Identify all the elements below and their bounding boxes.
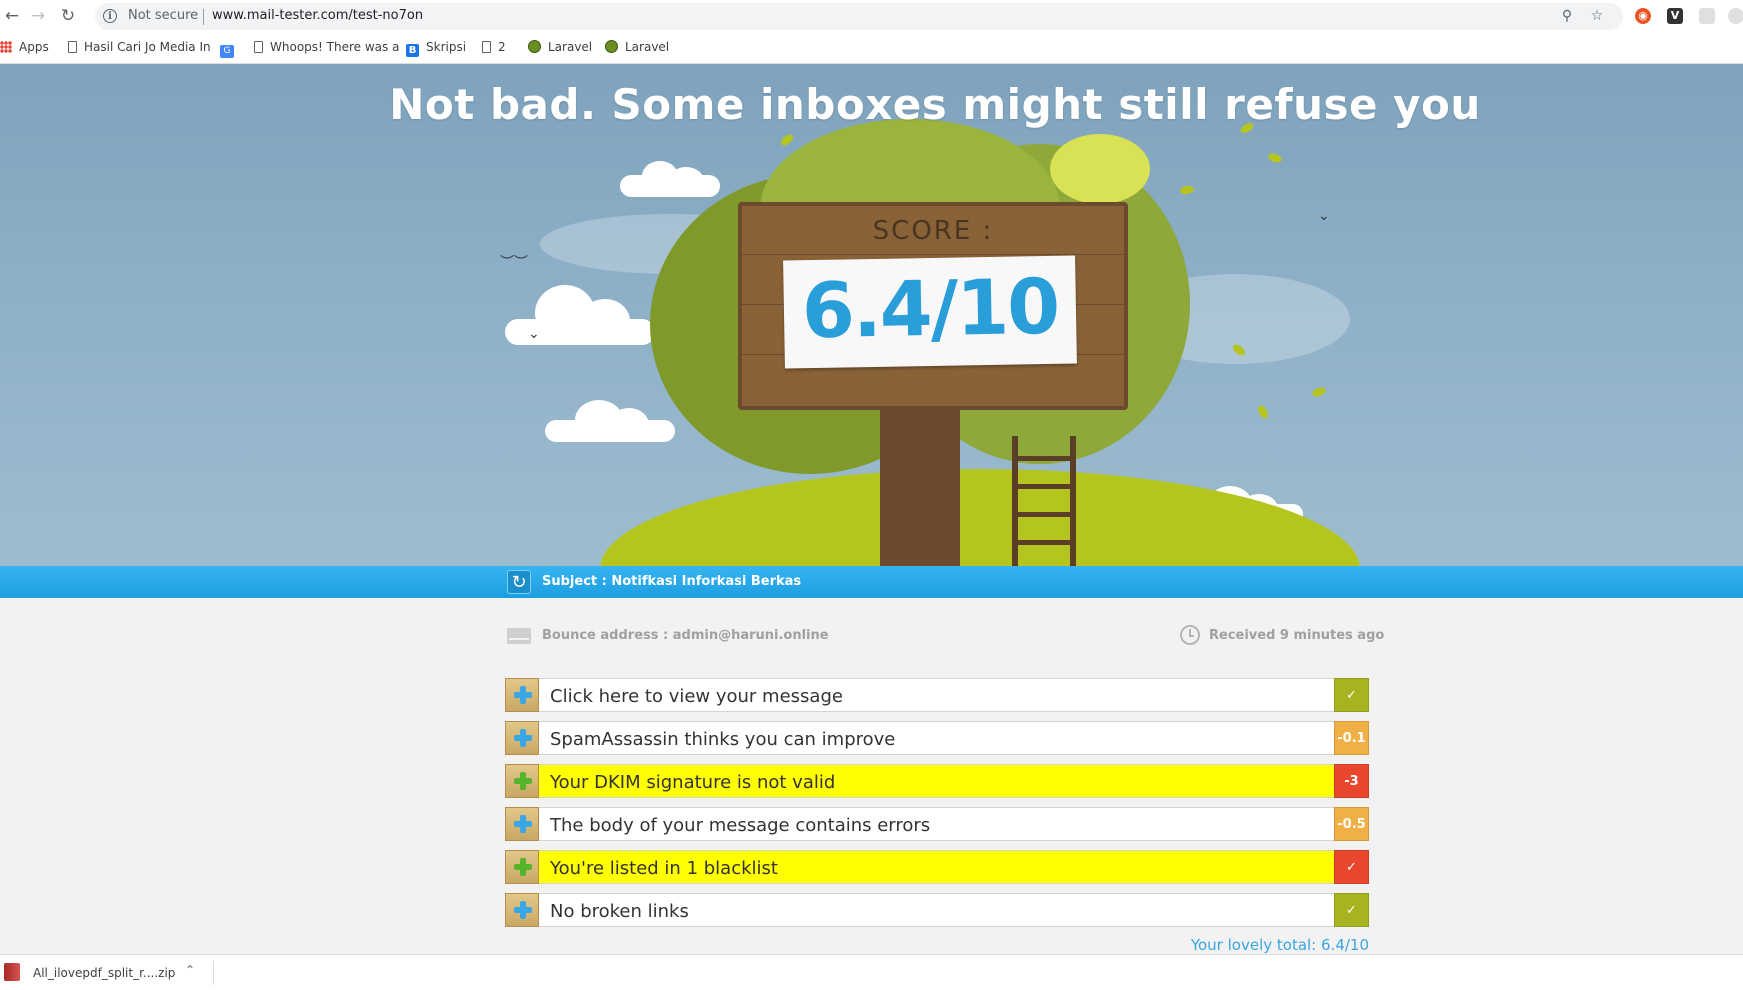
download-file-name[interactable]: All_ilovepdf_split_r....zip	[33, 966, 175, 980]
result-label: Click here to view your message	[550, 686, 843, 707]
plus-icon[interactable]	[505, 893, 539, 927]
result-label: Your DKIM signature is not valid	[550, 772, 836, 793]
security-label: Not secure	[128, 8, 199, 23]
hero-title: Not bad. Some inboxes might still refuse…	[389, 80, 1481, 129]
url-text[interactable]: www.mail-tester.com/test-no7on	[212, 8, 423, 23]
results-list: Click here to view your message ✓ SpamAs…	[505, 678, 1369, 954]
ladder	[1012, 436, 1076, 566]
bookmark-google-translate[interactable]: G	[220, 40, 241, 58]
address-bar[interactable]: i Not secure www.mail-tester.com/test-no…	[95, 3, 1623, 30]
score-badge: -0.5	[1334, 807, 1369, 841]
plus-icon[interactable]	[505, 807, 539, 841]
google-translate-icon: G	[220, 45, 234, 58]
forward-arrow-icon[interactable]: →	[26, 4, 50, 28]
result-label: You're listed in 1 blacklist	[550, 858, 778, 879]
score-badge: -3	[1334, 764, 1369, 798]
result-row-broken-links[interactable]: No broken links ✓	[505, 893, 1369, 927]
result-row-body-errors[interactable]: The body of your message contains errors…	[505, 807, 1369, 841]
reload-icon[interactable]: ↻	[56, 4, 80, 28]
back-arrow-icon[interactable]: ←	[0, 4, 24, 28]
grass-hill	[600, 469, 1360, 566]
bounce-address: Bounce address : admin@haruni.online	[542, 628, 829, 643]
apps-grid-icon	[0, 41, 12, 53]
site-info-icon[interactable]: i	[103, 9, 117, 23]
browser-toolbar: ← → ↻ i Not secure www.mail-tester.com/t…	[0, 0, 1743, 33]
score-label: SCORE :	[872, 216, 994, 246]
subject-text: Subject : Notifkasi Inforkasi Berkas	[542, 574, 802, 589]
profile-extension-icon[interactable]	[1728, 8, 1743, 24]
result-label: SpamAssassin thinks you can improve	[550, 729, 896, 750]
bookmarks-bar: Apps Hasil Cari Jo Media In G Whoops! Th…	[0, 33, 1743, 64]
shelf-divider	[213, 961, 214, 985]
envelope-icon	[507, 628, 531, 644]
result-row-view-message[interactable]: Click here to view your message ✓	[505, 678, 1369, 712]
bookmark-star-icon[interactable]: ☆	[1588, 7, 1606, 25]
globe-icon	[528, 40, 541, 53]
plus-icon[interactable]	[505, 721, 539, 755]
clock-icon	[1180, 625, 1200, 645]
score-value: 6.4/10	[801, 261, 1059, 356]
plus-icon[interactable]	[505, 764, 539, 798]
plus-icon[interactable]	[505, 678, 539, 712]
result-row-spamassassin[interactable]: SpamAssassin thinks you can improve -0.1	[505, 721, 1369, 755]
ubuntu-extension-icon[interactable]: ◉	[1635, 8, 1651, 24]
result-row-dkim[interactable]: Your DKIM signature is not valid -3	[505, 764, 1369, 798]
result-label: No broken links	[550, 901, 689, 922]
score-badge: -0.1	[1334, 721, 1369, 755]
bookmark-laravel-2[interactable]: Laravel	[605, 40, 669, 54]
archive-icon	[4, 963, 20, 981]
zoom-icon[interactable]: ⚲	[1558, 7, 1576, 25]
bird: ⌄	[528, 326, 540, 342]
leaf	[1256, 403, 1270, 421]
bookmark-2[interactable]: 2	[482, 40, 506, 54]
blogger-icon: B	[406, 44, 419, 57]
plus-icon[interactable]	[505, 850, 539, 884]
bookmark-whoops[interactable]: Whoops! There was a	[254, 40, 399, 54]
check-badge: ✓	[1334, 850, 1369, 884]
extension-icon[interactable]	[1699, 8, 1715, 24]
page-icon	[68, 41, 77, 53]
check-badge: ✓	[1334, 893, 1369, 927]
page-icon	[482, 41, 491, 53]
refresh-icon[interactable]: ↻	[507, 570, 531, 594]
received-time: Received 9 minutes ago	[1209, 628, 1385, 643]
address-separator	[203, 9, 204, 25]
bird: ⌄	[1318, 208, 1330, 224]
chevron-up-icon[interactable]: ⌃	[185, 963, 195, 977]
tree-foliage	[1050, 134, 1150, 204]
score-board: SCORE : 6.4/10	[738, 202, 1128, 410]
leaf	[1311, 385, 1327, 399]
bookmark-apps[interactable]: Apps	[0, 40, 49, 54]
globe-icon	[605, 40, 618, 53]
result-label: The body of your message contains errors	[550, 815, 931, 836]
vimeo-extension-icon[interactable]: V	[1667, 8, 1683, 24]
check-badge: ✓	[1334, 678, 1369, 712]
bookmark-hasil-cari[interactable]: Hasil Cari Jo Media In	[68, 40, 211, 54]
score-hero: ︶︶ ⌄ ⌄ SCORE : 6.4/10 Not bad. Some inbo…	[0, 64, 1743, 566]
bookmark-laravel-1[interactable]: Laravel	[528, 40, 592, 54]
bookmark-skripsi[interactable]: B Skripsi	[406, 40, 466, 57]
leaf	[1267, 151, 1283, 165]
download-shelf: All_ilovepdf_split_r....zip ⌃	[0, 954, 1743, 990]
leaf	[1179, 184, 1195, 196]
total-score: Your lovely total: 6.4/10	[1190, 936, 1369, 954]
score-paper: 6.4/10	[783, 255, 1077, 369]
subject-bar: ↻ Subject : Notifkasi Inforkasi Berkas	[0, 566, 1743, 598]
result-row-blacklist[interactable]: You're listed in 1 blacklist ✓	[505, 850, 1369, 884]
bird: ︶︶	[500, 255, 528, 271]
leaf	[779, 132, 795, 148]
page-icon	[254, 41, 263, 53]
